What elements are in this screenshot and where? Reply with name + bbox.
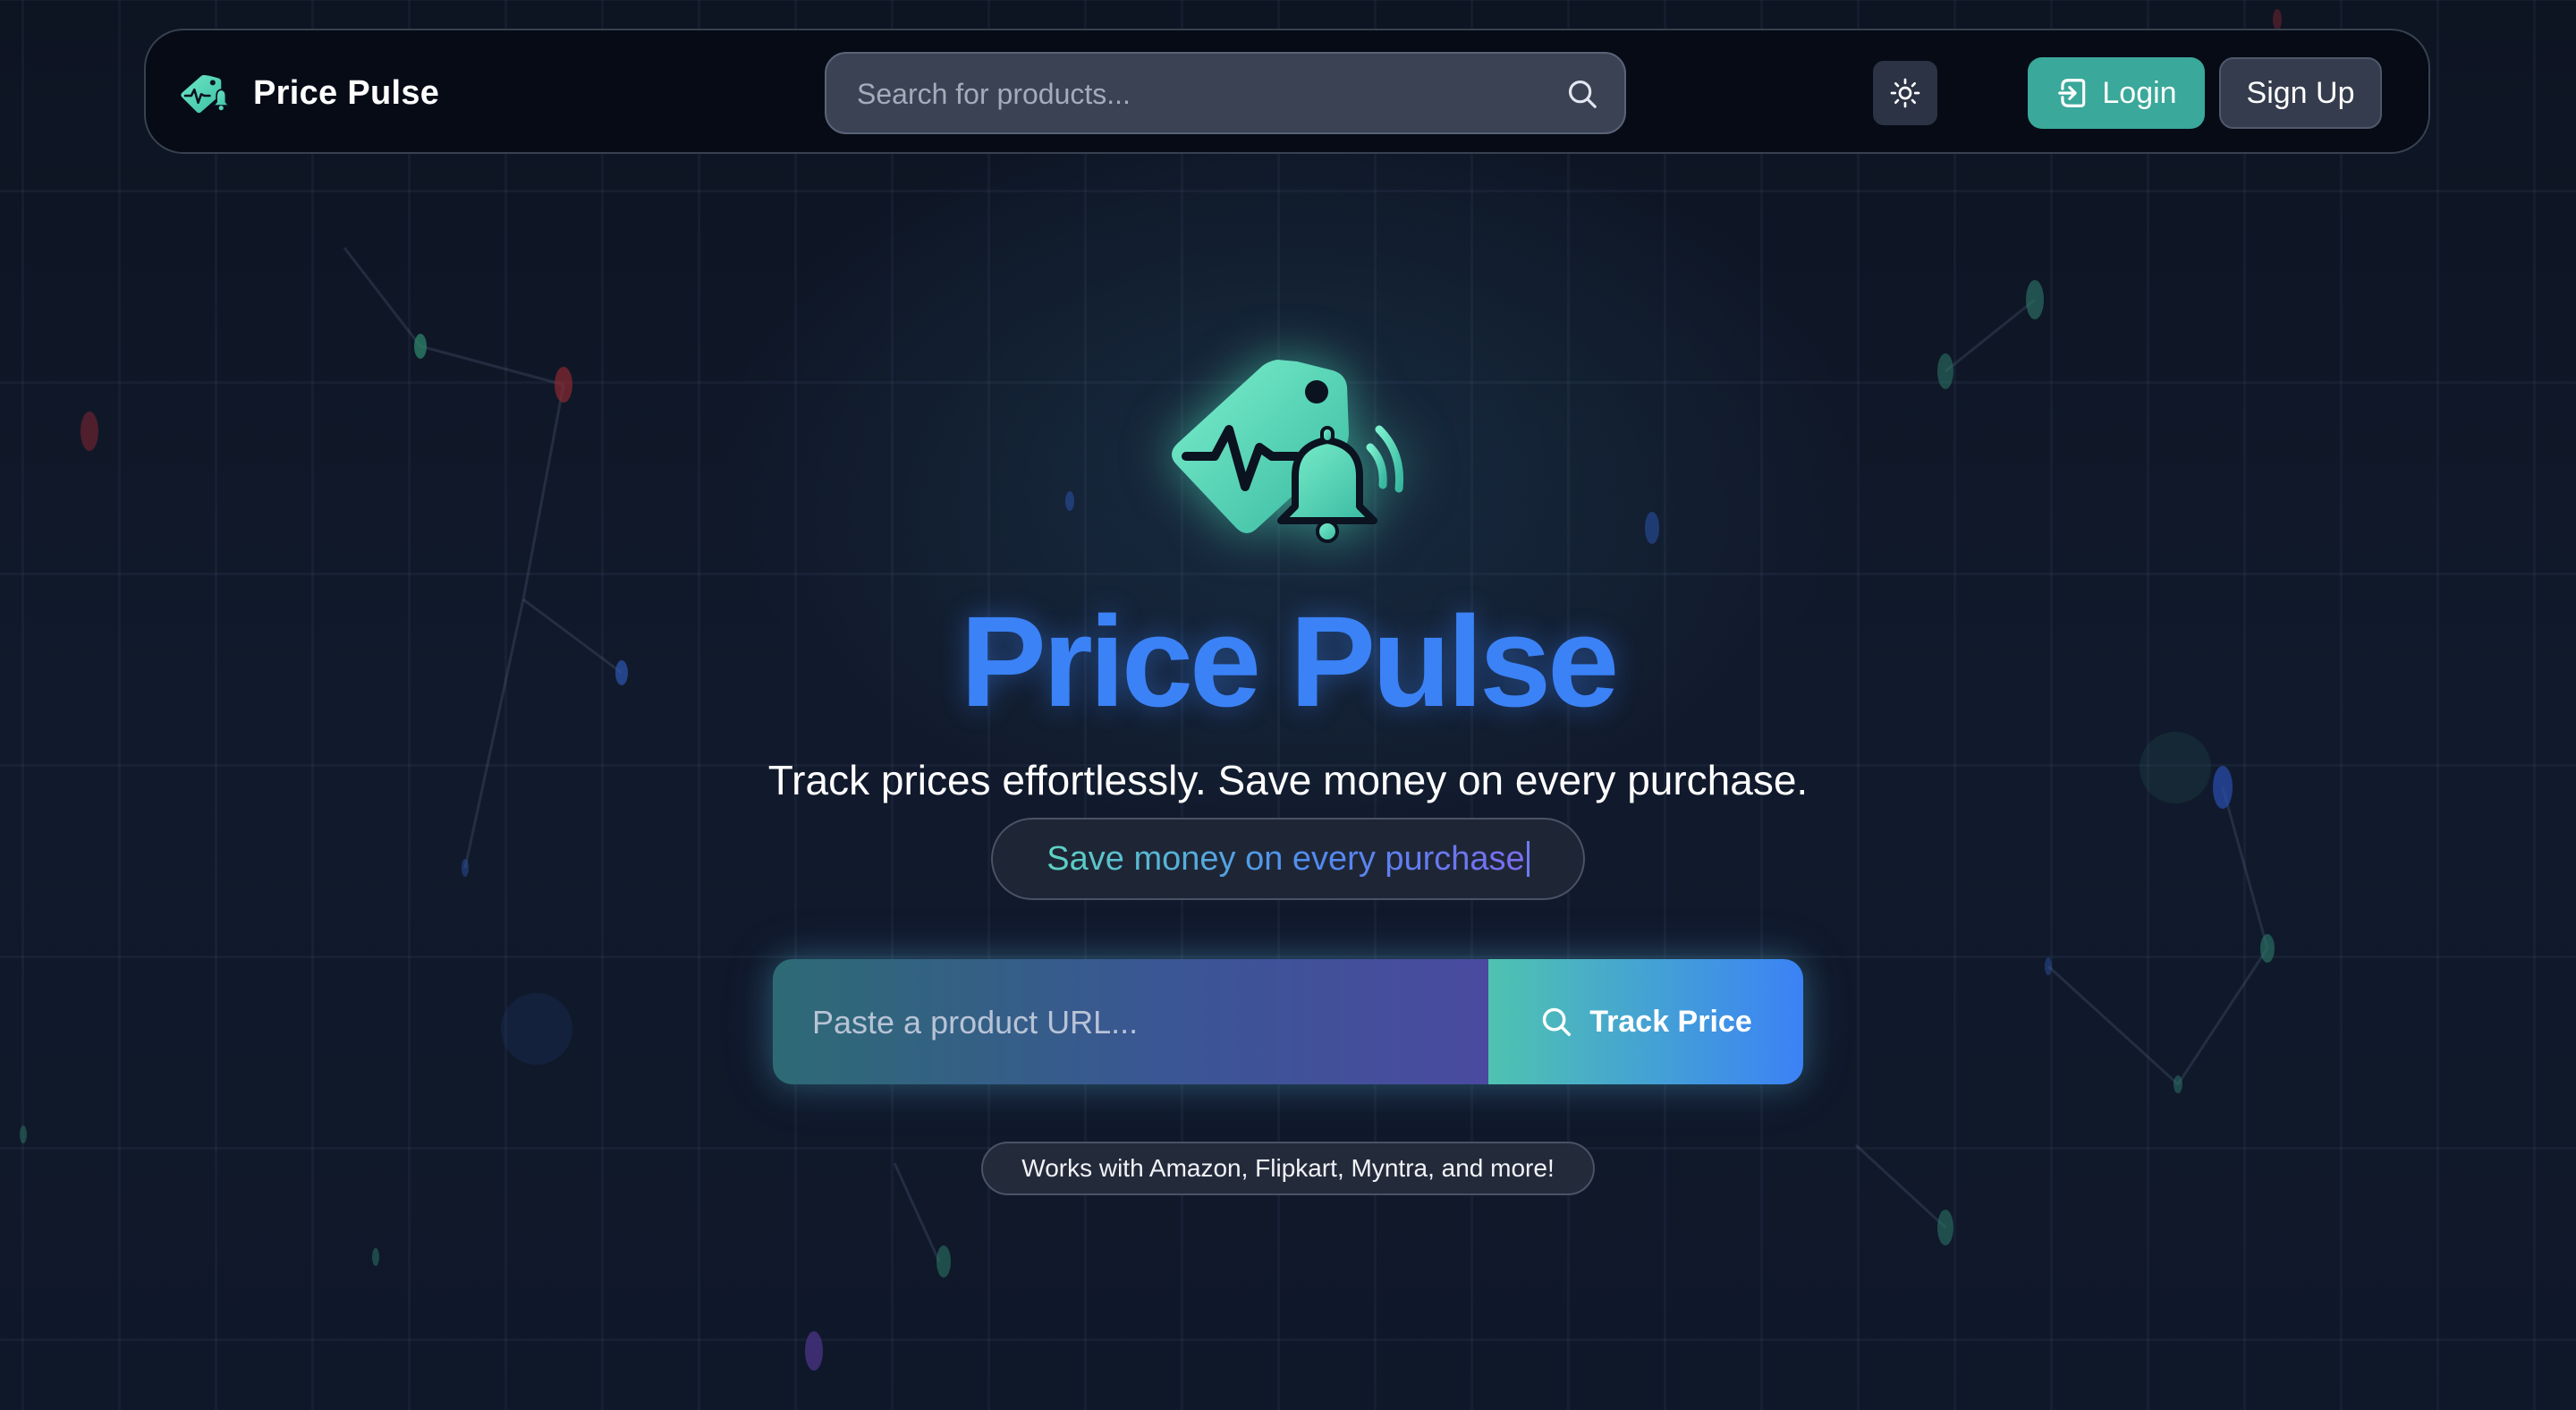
signup-label: Sign Up: [2246, 75, 2355, 110]
brand[interactable]: Price Pulse: [180, 68, 439, 118]
hero-tagline: Track prices effortlessly. Save money on…: [767, 757, 1809, 803]
login-label: Login: [2102, 75, 2177, 110]
typing-caret: [1526, 841, 1530, 877]
supported-sites-badge: Works with Amazon, Flipkart, Myntra, and…: [981, 1142, 1595, 1195]
track-price-form: Track Price: [773, 959, 1803, 1084]
login-button[interactable]: Login: [2028, 57, 2205, 129]
typing-pill: Save money on every purchase: [991, 818, 1585, 900]
navbar-search: [825, 52, 1626, 134]
hero-title: Price Pulse: [960, 590, 1619, 734]
search-icon[interactable]: [1565, 77, 1599, 111]
theme-toggle-button[interactable]: [1873, 61, 1937, 125]
product-url-input[interactable]: [810, 959, 1476, 1084]
search-icon: [1543, 1007, 1572, 1036]
brand-name: Price Pulse: [253, 73, 440, 112]
signup-button[interactable]: Sign Up: [2219, 57, 2382, 129]
track-price-label: Track Price: [1589, 1004, 1752, 1039]
url-field: [773, 959, 1488, 1084]
navbar: Price Pulse Search for products... Login…: [144, 29, 2430, 154]
supported-sites-text: Works with Amazon, Flipkart, Myntra, and…: [1021, 1154, 1555, 1182]
price-tag-bell-icon: [1172, 360, 1404, 543]
search-input[interactable]: [855, 54, 1556, 134]
typing-text: Save money on every purchase: [1046, 839, 1525, 878]
price-tag-bell-icon: [181, 74, 231, 114]
track-price-button[interactable]: Track Price: [1488, 959, 1803, 1084]
sun-icon: [1890, 78, 1920, 108]
login-icon: [2058, 79, 2086, 107]
